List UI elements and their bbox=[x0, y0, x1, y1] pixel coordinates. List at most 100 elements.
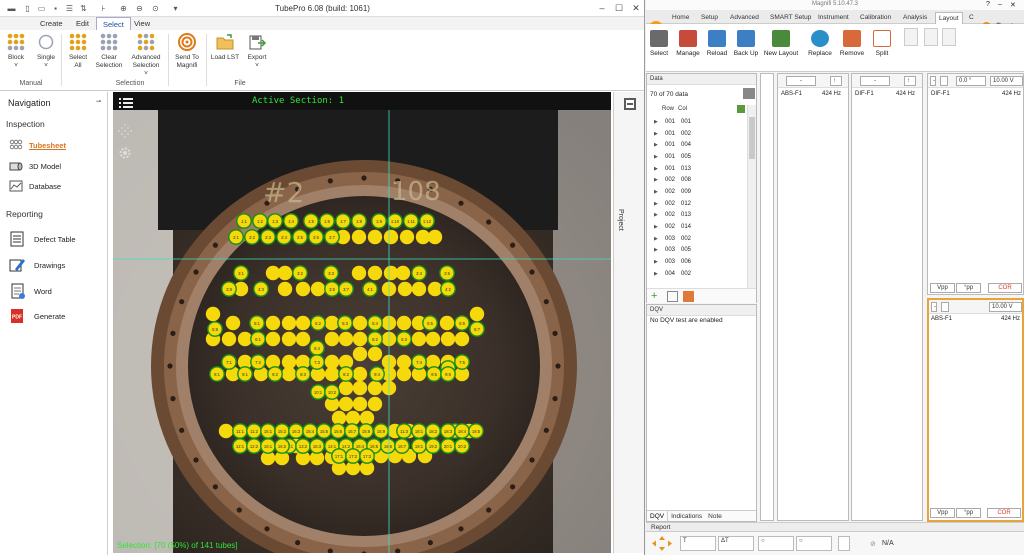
tube[interactable] bbox=[352, 315, 368, 331]
tubesheet-viewport[interactable]: #2 108 1:1 1:2 1:3 1:4 1:5 1:6 1:7 1:8 1:9 1:10 1:… bbox=[113, 92, 611, 553]
tab-more[interactable]: C bbox=[969, 12, 974, 24]
tube-labeled[interactable]: 2:4 bbox=[276, 229, 292, 245]
tube-labeled[interactable]: 13:2 bbox=[295, 438, 311, 454]
expand-row-icon[interactable]: ▶ bbox=[654, 247, 662, 253]
tube-circle[interactable] bbox=[427, 229, 443, 245]
tube-labeled[interactable]: 6:2 bbox=[367, 331, 383, 347]
tab-edit[interactable]: Edit bbox=[70, 17, 95, 30]
tubesheet-canvas[interactable]: #2 108 1:1 1:2 1:3 1:4 1:5 1:6 1:7 1:8 1:9 1:10 1:… bbox=[113, 92, 611, 553]
tube-circle[interactable] bbox=[396, 366, 412, 382]
data-table-row[interactable]: ▶ 001 002 bbox=[647, 128, 747, 140]
tube-labeled[interactable]: 9:5 bbox=[426, 366, 442, 382]
tube-labeled[interactable]: 7:3 bbox=[309, 354, 325, 370]
tube-circle[interactable] bbox=[265, 331, 281, 347]
data-scroll-thumb[interactable] bbox=[749, 117, 755, 159]
expand-row-icon[interactable]: ▶ bbox=[654, 224, 662, 230]
nav-item-drawings[interactable]: Drawings bbox=[9, 258, 65, 272]
tube-labeled[interactable]: 4:3 bbox=[253, 281, 269, 297]
tube-circle[interactable] bbox=[469, 306, 485, 322]
lissajous-bottom-cor-button[interactable]: COR bbox=[987, 508, 1021, 518]
small-field[interactable] bbox=[838, 536, 850, 551]
data-scrollbar[interactable] bbox=[747, 105, 756, 290]
tube[interactable] bbox=[338, 331, 354, 347]
data-table-row[interactable]: ▶ 003 006 bbox=[647, 256, 747, 268]
tube[interactable] bbox=[427, 281, 443, 297]
tube-labeled[interactable]: 19:2 bbox=[425, 438, 441, 454]
tube[interactable] bbox=[225, 315, 241, 331]
tube[interactable] bbox=[221, 331, 237, 347]
filter-icon[interactable] bbox=[743, 88, 755, 99]
data-table-row[interactable]: ▶ 002 014 bbox=[647, 221, 747, 233]
tube-labeled[interactable]: 1:9 bbox=[371, 213, 387, 229]
tube-labeled[interactable]: 2:6 bbox=[308, 229, 324, 245]
tube-labeled[interactable]: 18:4 bbox=[454, 423, 470, 439]
tube[interactable] bbox=[351, 229, 367, 245]
tube-circle[interactable] bbox=[351, 229, 367, 245]
delete-data-icon[interactable] bbox=[683, 291, 694, 302]
tube-labeled[interactable]: 20:2 bbox=[454, 438, 470, 454]
tube-labeled[interactable]: 4:2 bbox=[440, 281, 456, 297]
tube-labeled[interactable]: 7:5 bbox=[454, 354, 470, 370]
tab-layout[interactable]: Layout bbox=[935, 12, 963, 24]
tube-circle[interactable] bbox=[281, 366, 297, 382]
tube[interactable] bbox=[440, 331, 456, 347]
tube[interactable] bbox=[324, 315, 340, 331]
tube-circle[interactable] bbox=[352, 346, 368, 362]
tab-instrument[interactable]: Instrument bbox=[818, 12, 849, 24]
tube[interactable] bbox=[277, 281, 293, 297]
tube[interactable] bbox=[324, 366, 340, 382]
tube-labeled[interactable]: 2:3 bbox=[260, 229, 276, 245]
close-icon[interactable]: ✕ bbox=[629, 2, 643, 14]
coord-field-2[interactable]: ○ bbox=[796, 536, 832, 551]
nav-item-generate[interactable]: PDF Generate bbox=[9, 309, 65, 323]
tube-circle[interactable] bbox=[277, 265, 293, 281]
tube-labeled[interactable]: 3:3 bbox=[323, 265, 339, 281]
tube-labeled[interactable]: 7:4 bbox=[411, 354, 427, 370]
data-table-row[interactable]: ▶ 002 013 bbox=[647, 210, 747, 222]
tube[interactable] bbox=[367, 380, 383, 396]
expand-row-icon[interactable]: ▶ bbox=[654, 212, 662, 218]
tube-labeled[interactable]: 5:3 bbox=[337, 315, 353, 331]
tube-labeled[interactable]: 1:6 bbox=[319, 213, 335, 229]
lissajous-bottom[interactable]: - 10.00 V ABS-F1 424 Hz Vpp °pp COR bbox=[927, 298, 1024, 522]
tube-circle[interactable] bbox=[338, 380, 354, 396]
help-icon[interactable]: ? bbox=[986, 1, 990, 8]
tube-circle[interactable] bbox=[338, 396, 354, 412]
expand-row-icon[interactable]: ▶ bbox=[654, 119, 662, 125]
tube-labeled[interactable]: 3:8 bbox=[221, 281, 237, 297]
report-bar[interactable]: Report bbox=[646, 522, 1024, 531]
tube-labeled[interactable]: 1:10 bbox=[387, 213, 403, 229]
tube-circle[interactable] bbox=[352, 315, 368, 331]
tube-circle[interactable] bbox=[237, 331, 253, 347]
tube[interactable] bbox=[396, 315, 412, 331]
data-table-row[interactable]: ▶ 001 013 bbox=[647, 163, 747, 175]
send-to-magnifi-button[interactable]: Send To Magnifi bbox=[171, 32, 203, 70]
t-field[interactable]: T bbox=[680, 536, 716, 551]
minimize-icon[interactable]: – bbox=[595, 2, 609, 14]
tube-labeled[interactable]: 16:2 bbox=[274, 438, 290, 454]
lissajous-bottom-menu[interactable]: - bbox=[931, 302, 937, 312]
tube-labeled[interactable]: 11:3 bbox=[396, 423, 412, 439]
tube-circle[interactable] bbox=[221, 331, 237, 347]
tube-labeled[interactable]: 17:3 bbox=[359, 448, 375, 464]
tube-circle[interactable] bbox=[295, 315, 311, 331]
tube[interactable] bbox=[338, 396, 354, 412]
export-dropdown-icon[interactable]: ˅ bbox=[244, 62, 270, 70]
tube[interactable] bbox=[383, 229, 399, 245]
strip-2-up-icon[interactable]: ↑ bbox=[904, 76, 916, 86]
tab-select[interactable]: Select bbox=[96, 17, 131, 30]
strip-chart-2[interactable]: - ↑ DIF-F1 424 Hz bbox=[851, 73, 923, 521]
remove-button[interactable]: Remove bbox=[838, 30, 866, 57]
tube-labeled[interactable]: 3:2 bbox=[292, 265, 308, 281]
expand-row-icon[interactable]: ▶ bbox=[654, 166, 662, 172]
tube-labeled[interactable]: 5:4 bbox=[367, 315, 383, 331]
tube-labeled[interactable]: 15:5 bbox=[316, 423, 332, 439]
layout-preset-3-icon[interactable] bbox=[942, 28, 956, 46]
lissajous-top[interactable]: - 0.0 ° 10.00 V DIF-F1 424 Hz Vpp °pp CO… bbox=[927, 73, 1024, 295]
tab-dqv[interactable]: DQV bbox=[647, 511, 669, 521]
tube-labeled[interactable]: 1:3 bbox=[267, 213, 283, 229]
layout-select-button[interactable]: Select bbox=[648, 30, 670, 57]
tube-circle[interactable] bbox=[352, 366, 368, 382]
tube-labeled[interactable]: 12:2 bbox=[246, 438, 262, 454]
tube-circle[interactable] bbox=[439, 315, 455, 331]
